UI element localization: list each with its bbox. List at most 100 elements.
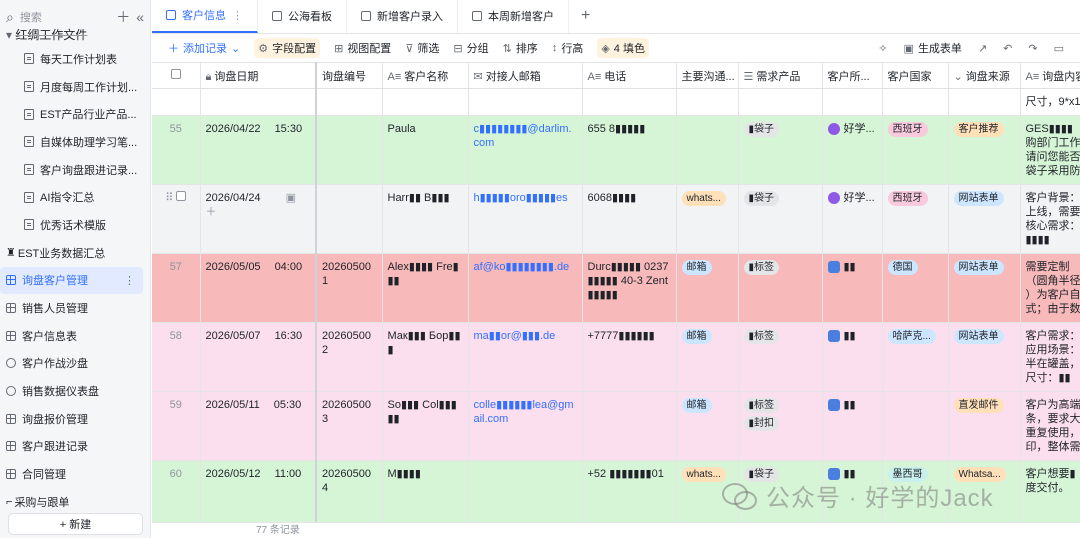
sparkle-icon[interactable]: ✧ bbox=[878, 42, 887, 55]
customer-name-cell[interactable]: Мак▮▮▮ Бор▮▮▮ bbox=[382, 322, 469, 392]
column-header-product[interactable]: ☰ 需求产品 bbox=[738, 62, 823, 89]
group-button[interactable]: ⊟ 分组 bbox=[453, 40, 488, 56]
table-row[interactable]: 57 2026/05/05 04:00 202605001 Alex▮▮▮▮ Fre▮▮… bbox=[152, 253, 1080, 323]
table-row[interactable]: 尺寸，9*x1 bbox=[152, 88, 1080, 116]
row-checkbox[interactable] bbox=[176, 191, 187, 201]
column-header-country[interactable]: 客户国家 bbox=[882, 62, 949, 89]
field-config-button[interactable]: ⚙ 字段配置 bbox=[254, 38, 321, 58]
product-cell[interactable]: ▮标签 bbox=[738, 322, 823, 392]
inquiry-id-cell[interactable]: 202605001 bbox=[316, 253, 383, 323]
content-cell[interactable]: 客户想要▮ 度交付。 bbox=[1020, 460, 1080, 522]
row-number-cell[interactable]: 59 bbox=[152, 391, 201, 461]
customer-name-cell[interactable]: M▮▮▮▮ bbox=[382, 460, 469, 522]
search-icon[interactable]: ⌕ bbox=[6, 9, 14, 26]
sidebar-item-daily-plan[interactable]: 每天工作计划表 bbox=[0, 45, 151, 73]
add-view-button[interactable]: + bbox=[569, 0, 602, 33]
sidebar-item-sales-staff[interactable]: 销售人员管理 bbox=[0, 294, 151, 322]
sidebar-group-est[interactable]: ♜ EST业务数据汇总 bbox=[0, 239, 151, 267]
column-header-name[interactable]: A≡ 客户名称 bbox=[382, 62, 469, 89]
owner-cell[interactable] bbox=[822, 88, 883, 116]
tab-menu-icon[interactable]: ⋮ bbox=[232, 9, 243, 22]
sidebar-item-monthly-plan[interactable]: 月度每周工作计划... bbox=[0, 73, 151, 101]
source-cell[interactable]: 网站表单 bbox=[948, 184, 1021, 254]
owner-cell[interactable]: ▮▮ bbox=[822, 253, 883, 323]
undo-icon[interactable]: ↶ bbox=[1003, 42, 1012, 55]
phone-cell[interactable]: +7777▮▮▮▮▮▮ bbox=[582, 322, 677, 392]
column-header-content[interactable]: A≡询盘内容 bbox=[1020, 62, 1080, 89]
sidebar-item-ai-prompts[interactable]: AI指令汇总 bbox=[0, 183, 151, 211]
comment-icon[interactable]: ▭ bbox=[1054, 42, 1064, 55]
column-header-id[interactable]: 询盘编号 bbox=[316, 62, 383, 89]
product-cell[interactable]: ▮袋子 bbox=[738, 184, 823, 254]
date-cell[interactable]: 2026/05/07 16:30 bbox=[200, 322, 317, 392]
content-cell[interactable]: 尺寸，9*x1 bbox=[1020, 88, 1080, 116]
more-icon[interactable]: ⋮ bbox=[124, 274, 135, 287]
row-number-cell[interactable]: 55 bbox=[152, 115, 201, 185]
date-cell[interactable]: 2026/04/22 15:30 bbox=[200, 115, 317, 185]
table-row[interactable]: 55 2026/04/22 15:30 Paula c▮▮▮▮▮▮▮▮@darlim.c… bbox=[152, 115, 1080, 185]
customer-name-cell[interactable]: So▮▮▮ Col▮▮▮▮▮ bbox=[382, 391, 469, 461]
tab-new-customer-form[interactable]: 新增客户录入 bbox=[347, 0, 458, 33]
column-header-channel[interactable]: 主要沟通... bbox=[676, 62, 739, 89]
email-cell[interactable]: h▮▮▮▮▮oro▮▮▮▮▮es bbox=[468, 184, 583, 254]
country-cell[interactable] bbox=[882, 391, 949, 461]
row-height-button[interactable]: ↕ 行高 bbox=[552, 40, 584, 56]
new-button[interactable]: + 新建 bbox=[8, 513, 143, 535]
row-number-cell[interactable]: 57 bbox=[152, 253, 201, 323]
customer-name-cell[interactable] bbox=[382, 88, 469, 116]
sidebar-item-media-notes[interactable]: 自媒体助理学习笔... bbox=[0, 128, 151, 156]
table-row[interactable]: ⠿ 2026/04/24 ▣ ＋ Harr▮▮ B▮▮▮ h▮▮▮▮▮oro▮▮▮▮… bbox=[152, 184, 1080, 254]
channel-cell[interactable]: 邮箱 bbox=[676, 253, 739, 323]
source-cell[interactable]: 直发邮件 bbox=[948, 391, 1021, 461]
sidebar-item-followup-log[interactable]: 客户询盘跟进记录... bbox=[0, 156, 151, 184]
email-cell[interactable]: ma▮▮or@▮▮▮.de bbox=[468, 322, 583, 392]
generate-form-button[interactable]: ▣ 生成表单 bbox=[904, 40, 962, 56]
column-header-owner[interactable]: 客户所... bbox=[822, 62, 883, 89]
sidebar-item-customer-info[interactable]: 客户信息表 bbox=[0, 322, 151, 350]
country-cell[interactable]: 西班牙 bbox=[882, 115, 949, 185]
sidebar-item-quotes[interactable]: 询盘报价管理 bbox=[0, 405, 151, 433]
email-cell[interactable]: af@ko▮▮▮▮▮▮▮▮.de bbox=[468, 253, 583, 323]
owner-cell[interactable]: 好学... bbox=[822, 115, 883, 185]
country-cell[interactable]: 哈萨克... bbox=[882, 322, 949, 392]
drag-handle-icon[interactable]: ⠿ bbox=[165, 192, 176, 204]
sort-button[interactable]: ⇅ 排序 bbox=[503, 40, 538, 56]
channel-cell[interactable] bbox=[676, 88, 739, 116]
inquiry-id-cell[interactable]: 202605003 bbox=[316, 391, 383, 461]
date-cell[interactable]: 2026/05/11 05:30 bbox=[200, 391, 317, 461]
email-cell[interactable]: c▮▮▮▮▮▮▮▮@darlim.com bbox=[468, 115, 583, 185]
phone-cell[interactable] bbox=[582, 88, 677, 116]
row-number-cell[interactable]: 60 bbox=[152, 460, 201, 522]
product-cell[interactable]: ▮标签 ▮封扣 bbox=[738, 391, 823, 461]
column-header-date[interactable]: 🔒︎ 询盘日期 bbox=[200, 62, 317, 89]
country-cell[interactable]: 德国 bbox=[882, 253, 949, 323]
filter-button[interactable]: ⊽ 筛选 bbox=[405, 40, 439, 56]
collapse-sidebar-icon[interactable]: « bbox=[136, 9, 144, 25]
email-cell[interactable] bbox=[468, 460, 583, 522]
content-cell[interactable]: 需要定制 （圆角半径 ）为客户自 式；由于数 bbox=[1020, 253, 1080, 323]
table-row[interactable]: 59 2026/05/11 05:30 202605003 So▮▮▮ Col▮▮▮▮▮… bbox=[152, 391, 1080, 461]
content-cell[interactable]: 客户背景： 上线，需要 核心需求： ▮▮▮▮ bbox=[1020, 184, 1080, 254]
source-cell[interactable]: 网站表单 bbox=[948, 253, 1021, 323]
customer-name-cell[interactable]: Paula bbox=[382, 115, 469, 185]
customer-name-cell[interactable]: Alex▮▮▮▮ Fre▮▮▮ bbox=[382, 253, 469, 323]
sidebar-search-input[interactable]: 搜索 bbox=[20, 9, 110, 25]
sidebar-item-est-products[interactable]: EST产品行业产品... bbox=[0, 100, 151, 128]
phone-cell[interactable]: 655 8▮▮▮▮▮ bbox=[582, 115, 677, 185]
row-number-cell[interactable]: 58 bbox=[152, 322, 201, 392]
channel-cell[interactable] bbox=[676, 115, 739, 185]
source-cell[interactable]: 网站表单 bbox=[948, 322, 1021, 392]
content-cell[interactable]: GES▮▮▮▮ 购部门工作 请问您能否 袋子采用防 bbox=[1020, 115, 1080, 185]
date-cell[interactable]: 2026/04/24 ▣ ＋ bbox=[200, 184, 317, 254]
channel-cell[interactable]: whats... bbox=[676, 184, 739, 254]
date-cell[interactable]: 2026/05/12 11:00 bbox=[200, 460, 317, 522]
channel-cell[interactable]: 邮箱 bbox=[676, 391, 739, 461]
column-header-phone[interactable]: A≡ 电话 bbox=[582, 62, 677, 89]
tab-weekly-new[interactable]: 本周新增客户 bbox=[458, 0, 569, 33]
inquiry-id-cell[interactable]: 202605002 bbox=[316, 322, 383, 392]
sidebar-item-followups[interactable]: 客户跟进记录 bbox=[0, 433, 151, 461]
country-cell[interactable]: 西班牙 bbox=[882, 184, 949, 254]
content-cell[interactable]: 客户需求： 应用场景： 半在罐盖， 尺寸：▮▮ bbox=[1020, 322, 1080, 392]
table-row[interactable]: 58 2026/05/07 16:30 202605002 Мак▮▮▮ Бор▮▮▮ m… bbox=[152, 322, 1080, 392]
country-cell[interactable] bbox=[882, 88, 949, 116]
